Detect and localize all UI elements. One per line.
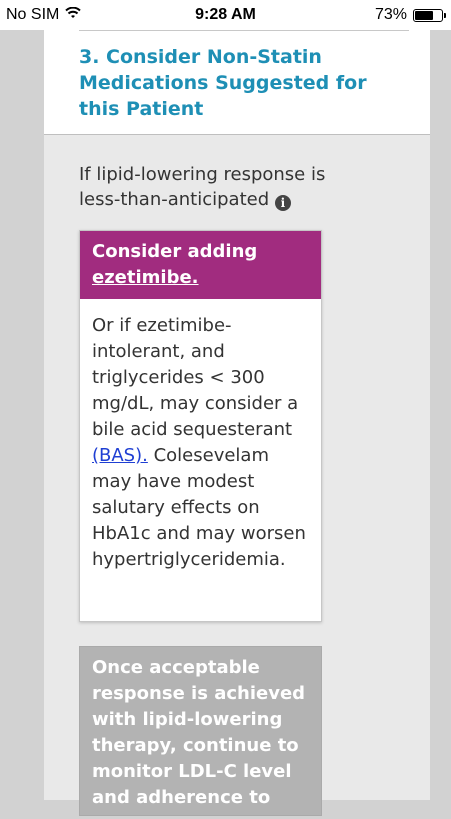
status-bar: No SIM 9:28 AM 73% xyxy=(0,0,451,30)
section-title: 3. Consider Non-Statin Medications Sugge… xyxy=(79,46,367,120)
card-body-text: Or if ezetimibe-intolerant, and triglyce… xyxy=(92,315,299,440)
battery-icon xyxy=(413,8,446,22)
intro-text: If lipid-lowering response is less-than-… xyxy=(79,162,369,212)
section-header: 3. Consider Non-Statin Medications Sugge… xyxy=(44,30,430,134)
top-divider xyxy=(79,30,409,31)
battery-fill xyxy=(415,10,433,20)
card-header-prefix: Consider adding xyxy=(92,241,258,262)
info-icon[interactable]: i xyxy=(274,195,291,211)
status-right: 73% xyxy=(374,6,446,24)
acceptable-response-text: Once acceptable response is achieved wit… xyxy=(92,657,306,808)
content-panel: 3. Consider Non-Statin Medications Sugge… xyxy=(44,30,430,816)
header-divider xyxy=(44,134,430,135)
acceptable-response-card: Once acceptable response is achieved wit… xyxy=(79,646,322,816)
ezetimibe-card: Consider adding ezetimibe. Or if ezetimi… xyxy=(79,230,322,622)
card-body: Or if ezetimibe-intolerant, and triglyce… xyxy=(80,299,321,587)
card-header: Consider adding ezetimibe. xyxy=(80,231,321,299)
ezetimibe-link[interactable]: ezetimibe. xyxy=(92,267,199,288)
bas-link[interactable]: (BAS). xyxy=(92,445,148,466)
battery-percent: 73% xyxy=(374,6,407,23)
